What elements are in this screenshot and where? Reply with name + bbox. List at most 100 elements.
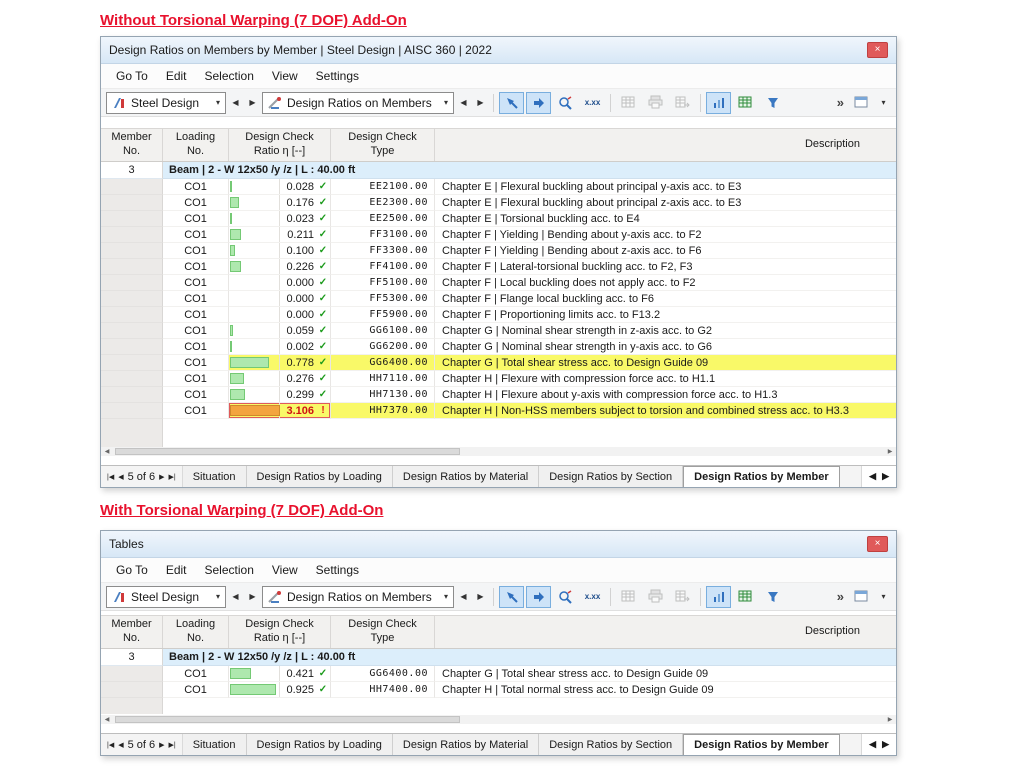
col-header-member-no[interactable]: Member No. xyxy=(101,616,163,648)
tab-design-ratios-by-section[interactable]: Design Ratios by Section xyxy=(539,466,683,487)
table-row[interactable]: CO1 0.211 ✓ FF3100.00 Chapter F | Yieldi… xyxy=(101,227,896,243)
menu-settings[interactable]: Settings xyxy=(307,66,368,86)
table-row[interactable]: CO1 0.000 ✓ FF5900.00 Chapter F | Propor… xyxy=(101,307,896,323)
table-row[interactable]: CO1 0.421 ✓ GG6400.00 Chapter G | Total … xyxy=(101,666,896,682)
view-next-button[interactable]: ▶ xyxy=(473,586,488,608)
menu-selection[interactable]: Selection xyxy=(196,560,263,580)
col-header-design-check-type[interactable]: Design Check Type xyxy=(331,129,435,161)
print-button[interactable] xyxy=(643,92,668,114)
group-row[interactable]: 3 Beam | 2 - W 12x50 /y /z | L : 40.00 f… xyxy=(101,649,896,666)
col-header-design-check-type[interactable]: Design Check Type xyxy=(331,616,435,648)
col-header-description[interactable]: Description xyxy=(435,129,896,161)
menu-go-to[interactable]: Go To xyxy=(107,560,157,580)
view-combo[interactable]: Design Ratios on Members ▾ xyxy=(262,586,454,608)
find-member-button[interactable] xyxy=(553,586,578,608)
sync-selection-button[interactable] xyxy=(526,92,551,114)
scroll-left-icon[interactable]: ◀ xyxy=(101,715,113,724)
overflow-button[interactable]: » xyxy=(834,95,847,110)
excel-export-button[interactable] xyxy=(733,586,758,608)
view-next-button[interactable]: ▶ xyxy=(473,92,488,114)
scrollbar-track[interactable] xyxy=(113,715,884,724)
table-manager-button[interactable] xyxy=(616,586,641,608)
decimal-places-button[interactable]: x.xx xyxy=(580,586,605,608)
module-prev-button[interactable]: ◀ xyxy=(228,92,243,114)
table-view-button[interactable] xyxy=(849,92,874,114)
prev-record-button[interactable]: ◀ xyxy=(118,741,123,749)
menu-go-to[interactable]: Go To xyxy=(107,66,157,86)
horizontal-scrollbar[interactable]: ◀ ▶ xyxy=(101,447,896,456)
group-row[interactable]: 3 Beam | 2 - W 12x50 /y /z | L : 40.00 f… xyxy=(101,162,896,179)
table-view-dropdown[interactable]: ▾ xyxy=(876,92,891,114)
tab-scroll-right-icon[interactable]: ▶ xyxy=(882,739,889,750)
result-chart-button[interactable] xyxy=(706,586,731,608)
col-header-loading-no[interactable]: Loading No. xyxy=(163,616,229,648)
tab-design-ratios-by-loading[interactable]: Design Ratios by Loading xyxy=(247,734,393,755)
table-manager-button[interactable] xyxy=(616,92,641,114)
tab-scroll-right-icon[interactable]: ▶ xyxy=(882,471,889,482)
table-row[interactable]: CO1 0.028 ✓ EE2100.00 Chapter E | Flexur… xyxy=(101,179,896,195)
tab-design-ratios-by-section[interactable]: Design Ratios by Section xyxy=(539,734,683,755)
table-row[interactable]: CO1 0.299 ✓ HH7130.00 Chapter H | Flexur… xyxy=(101,387,896,403)
close-button[interactable]: × xyxy=(867,536,888,552)
module-combo[interactable]: Steel Design ▾ xyxy=(106,586,226,608)
first-record-button[interactable]: |◀ xyxy=(107,741,114,749)
table-row[interactable]: CO1 0.059 ✓ GG6100.00 Chapter G | Nomina… xyxy=(101,323,896,339)
col-header-description[interactable]: Description xyxy=(435,616,896,648)
next-record-button[interactable]: ▶ xyxy=(159,473,164,481)
tab-design-ratios-by-material[interactable]: Design Ratios by Material xyxy=(393,466,539,487)
scroll-left-icon[interactable]: ◀ xyxy=(101,447,113,456)
tab-situation[interactable]: Situation xyxy=(183,734,247,755)
table-row[interactable]: CO1 0.226 ✓ FF4100.00 Chapter F | Latera… xyxy=(101,259,896,275)
table-row[interactable]: CO1 0.023 ✓ EE2500.00 Chapter E | Torsio… xyxy=(101,211,896,227)
last-record-button[interactable]: ▶| xyxy=(169,741,176,749)
filter-button[interactable] xyxy=(760,92,785,114)
col-header-design-check-ratio[interactable]: Design Check Ratio η [--] xyxy=(229,616,331,648)
tab-scroll-left-icon[interactable]: ◀ xyxy=(869,739,876,750)
table-view-dropdown[interactable]: ▾ xyxy=(876,586,891,608)
menu-edit[interactable]: Edit xyxy=(157,560,196,580)
tab-scroll-left-icon[interactable]: ◀ xyxy=(869,471,876,482)
table-row[interactable]: CO1 0.100 ✓ FF3300.00 Chapter F | Yieldi… xyxy=(101,243,896,259)
table-row[interactable]: CO1 0.000 ✓ FF5100.00 Chapter F | Local … xyxy=(101,275,896,291)
table-row[interactable]: CO1 0.176 ✓ EE2300.00 Chapter E | Flexur… xyxy=(101,195,896,211)
sync-selection-button[interactable] xyxy=(526,586,551,608)
col-header-design-check-ratio[interactable]: Design Check Ratio η [--] xyxy=(229,129,331,161)
tab-design-ratios-by-loading[interactable]: Design Ratios by Loading xyxy=(247,466,393,487)
col-header-loading-no[interactable]: Loading No. xyxy=(163,129,229,161)
prev-record-button[interactable]: ◀ xyxy=(118,473,123,481)
menu-selection[interactable]: Selection xyxy=(196,66,263,86)
view-prev-button[interactable]: ◀ xyxy=(456,586,471,608)
module-next-button[interactable]: ▶ xyxy=(245,586,260,608)
excel-export-button[interactable] xyxy=(733,92,758,114)
horizontal-scrollbar[interactable]: ◀ ▶ xyxy=(101,715,896,724)
table-row[interactable]: CO1 0.000 ✓ FF5300.00 Chapter F | Flange… xyxy=(101,291,896,307)
overflow-button[interactable]: » xyxy=(834,589,847,604)
view-combo[interactable]: Design Ratios on Members ▾ xyxy=(262,92,454,114)
view-prev-button[interactable]: ◀ xyxy=(456,92,471,114)
scroll-right-icon[interactable]: ▶ xyxy=(884,447,896,456)
next-record-button[interactable]: ▶ xyxy=(159,741,164,749)
window-titlebar[interactable]: Design Ratios on Members by Member | Ste… xyxy=(101,37,896,64)
table-row[interactable]: CO1 3.106 ! HH7370.00 Chapter H | Non-HS… xyxy=(101,403,896,419)
table-row[interactable]: CO1 0.778 ✓ GG6400.00 Chapter G | Total … xyxy=(101,355,896,371)
last-record-button[interactable]: ▶| xyxy=(169,473,176,481)
module-combo[interactable]: Steel Design ▾ xyxy=(106,92,226,114)
scrollbar-thumb[interactable] xyxy=(115,716,460,723)
window-titlebar[interactable]: Tables × xyxy=(101,531,896,558)
module-prev-button[interactable]: ◀ xyxy=(228,586,243,608)
tab-design-ratios-by-member[interactable]: Design Ratios by Member xyxy=(683,466,839,487)
table-view-button[interactable] xyxy=(849,586,874,608)
col-header-member-no[interactable]: Member No. xyxy=(101,129,163,161)
table-row[interactable]: CO1 0.276 ✓ HH7110.00 Chapter H | Flexur… xyxy=(101,371,896,387)
export-table-button[interactable] xyxy=(670,586,695,608)
scroll-right-icon[interactable]: ▶ xyxy=(884,715,896,724)
tab-situation[interactable]: Situation xyxy=(183,466,247,487)
menu-view[interactable]: View xyxy=(263,66,307,86)
print-button[interactable] xyxy=(643,586,668,608)
table-row[interactable]: CO1 0.002 ✓ GG6200.00 Chapter G | Nomina… xyxy=(101,339,896,355)
first-record-button[interactable]: |◀ xyxy=(107,473,114,481)
export-table-button[interactable] xyxy=(670,92,695,114)
find-member-button[interactable] xyxy=(553,92,578,114)
menu-view[interactable]: View xyxy=(263,560,307,580)
tab-design-ratios-by-material[interactable]: Design Ratios by Material xyxy=(393,734,539,755)
